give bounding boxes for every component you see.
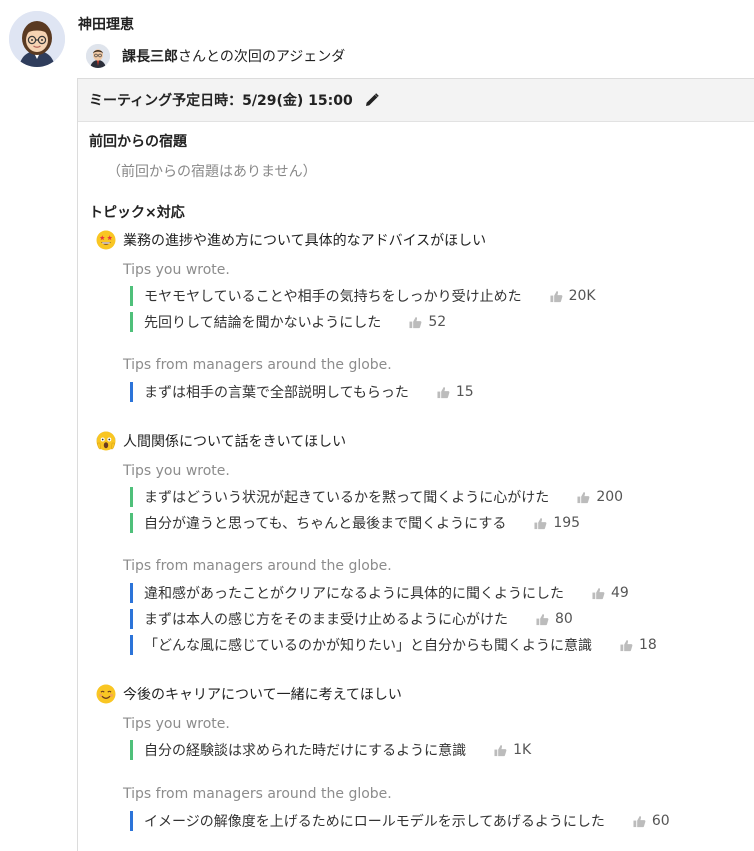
like-count[interactable]: 195: [534, 515, 580, 531]
like-count[interactable]: 52: [409, 314, 446, 330]
tip-item[interactable]: 違和感があったことがクリアになるように具体的に聞くようにした 49: [130, 583, 629, 603]
like-count[interactable]: 49: [592, 585, 629, 601]
global-tip-marker: [130, 811, 133, 831]
thumbs-up-icon: [620, 639, 633, 651]
thumbs-up-icon: [633, 815, 646, 827]
thumbs-up-icon: [437, 386, 450, 398]
meeting-header: ミーティング予定日時：5/29(金) 15:00: [78, 79, 754, 122]
tip-text: モヤモヤしていることや相手の気持ちをしっかり受け止めた: [144, 289, 522, 305]
thumbs-up-icon: [536, 613, 549, 625]
like-count-value: 18: [639, 637, 657, 653]
like-count[interactable]: 20K: [550, 288, 596, 304]
screaming-face-emoji-icon: [96, 431, 116, 451]
meeting-datetime: ミーティング予定日時：5/29(金) 15:00: [89, 93, 353, 109]
own-tip-marker: [130, 513, 133, 533]
like-count[interactable]: 18: [620, 637, 657, 653]
homework-empty-text: （前回からの宿題はありません）: [107, 164, 317, 180]
like-count-value: 60: [651, 813, 670, 829]
tips-from-managers-label: Tips from managers around the globe.: [123, 357, 392, 373]
tips-you-wrote-label: Tips you wrote.: [123, 262, 230, 278]
tip-text: 先回りして結論を聞かないようにした: [144, 315, 382, 331]
tip-item[interactable]: 自分の経験談は求められた時だけにするように意識 1K: [130, 740, 531, 760]
like-count-value: 15: [455, 384, 474, 400]
topic-heading: 人間関係について話をきいてほしい: [96, 431, 346, 451]
agenda-title-suffix: さんとの次回のアジェンダ: [178, 49, 346, 65]
like-count-value: 20K: [568, 288, 596, 304]
global-tip-marker: [130, 609, 133, 629]
like-count[interactable]: 200: [577, 489, 623, 505]
tip-item[interactable]: 自分が違うと思っても、ちゃんと最後まで聞くようにする 195: [130, 513, 580, 533]
author-name[interactable]: 神田理恵: [78, 14, 134, 34]
like-count-value: 80: [555, 611, 573, 627]
like-count[interactable]: 60: [633, 813, 670, 829]
like-count[interactable]: 1K: [494, 742, 531, 758]
agenda-heading: 課長三郎さんとの次回のアジェンダ: [86, 44, 345, 68]
thumbs-up-icon: [550, 290, 563, 302]
like-count-value: 1K: [513, 742, 532, 758]
recipient-avatar[interactable]: [86, 44, 110, 68]
global-tip-marker: [130, 382, 133, 402]
tips-you-wrote-label: Tips you wrote.: [123, 716, 230, 732]
tip-text: まずはどういう状況が起きているかを黙って聞くように心がけた: [144, 490, 550, 506]
pencil-icon[interactable]: [363, 91, 381, 109]
own-tip-marker: [130, 487, 133, 507]
thumbs-up-icon: [494, 744, 507, 756]
like-count-value: 195: [553, 515, 581, 531]
tip-text: まずは本人の感じ方をそのまま受け止めるように心がけた: [144, 612, 508, 628]
author-avatar[interactable]: [9, 11, 65, 67]
thumbs-up-icon: [534, 517, 547, 529]
homework-title: 前回からの宿題: [89, 134, 187, 150]
tips-from-managers-label: Tips from managers around the globe.: [123, 786, 392, 802]
tips-from-managers-label: Tips from managers around the globe.: [123, 558, 392, 574]
tip-text: 自分の経験談は求められた時だけにするように意識: [144, 743, 467, 759]
tips-you-wrote-label: Tips you wrote.: [123, 463, 230, 479]
tip-item[interactable]: 「どんな風に感じているのかが知りたい」と自分からも聞くように意識 18: [130, 635, 657, 655]
tip-item[interactable]: まずは本人の感じ方をそのまま受け止めるように心がけた 80: [130, 609, 573, 629]
own-tip-marker: [130, 286, 133, 306]
thumbs-up-icon: [409, 316, 422, 328]
own-tip-marker: [130, 312, 133, 332]
topic-title: 業務の進捗や進め方について具体的なアドバイスがほしい: [123, 233, 487, 249]
recipient-name[interactable]: 課長三郎: [122, 49, 178, 65]
tip-text: 「どんな風に感じているのかが知りたい」と自分からも聞くように意識: [144, 638, 592, 654]
like-count-value: 49: [611, 585, 629, 601]
topic-title: 人間関係について話をきいてほしい: [123, 434, 347, 450]
topic-heading: 今後のキャリアについて一緒に考えてほしい: [96, 684, 402, 704]
tip-text: 自分が違うと思っても、ちゃんと最後まで聞くようにする: [144, 516, 507, 532]
agenda-title: 課長三郎さんとの次回のアジェンダ: [122, 46, 345, 66]
like-count-value: 200: [596, 489, 624, 505]
tip-item[interactable]: 先回りして結論を聞かないようにした 52: [130, 312, 446, 332]
smiling-face-emoji-icon: [96, 684, 116, 704]
topic-heading: 業務の進捗や進め方について具体的なアドバイスがほしい: [96, 230, 486, 250]
own-tip-marker: [130, 740, 133, 760]
thumbs-up-icon: [592, 587, 605, 599]
like-count[interactable]: 15: [437, 384, 474, 400]
tip-item[interactable]: まずは相手の言葉で全部説明してもらった 15: [130, 382, 474, 402]
topics-title: トピック×対応: [89, 205, 185, 221]
tip-item[interactable]: イメージの解像度を上げるためにロールモデルを示してあげるようにした 60: [130, 811, 670, 831]
like-count-value: 52: [428, 314, 447, 330]
tip-text: イメージの解像度を上げるためにロールモデルを示してあげるようにした: [144, 814, 605, 830]
star-struck-emoji-icon: [96, 230, 116, 250]
topic-title: 今後のキャリアについて一緒に考えてほしい: [123, 687, 402, 703]
global-tip-marker: [130, 583, 133, 603]
tip-item[interactable]: まずはどういう状況が起きているかを黙って聞くように心がけた 200: [130, 487, 623, 507]
like-count[interactable]: 80: [536, 611, 573, 627]
global-tip-marker: [130, 635, 133, 655]
tip-text: まずは相手の言葉で全部説明してもらった: [144, 385, 409, 401]
thumbs-up-icon: [577, 491, 590, 503]
tip-item[interactable]: モヤモヤしていることや相手の気持ちをしっかり受け止めた 20K: [130, 286, 596, 306]
tip-text: 違和感があったことがクリアになるように具体的に聞くようにした: [144, 586, 564, 602]
